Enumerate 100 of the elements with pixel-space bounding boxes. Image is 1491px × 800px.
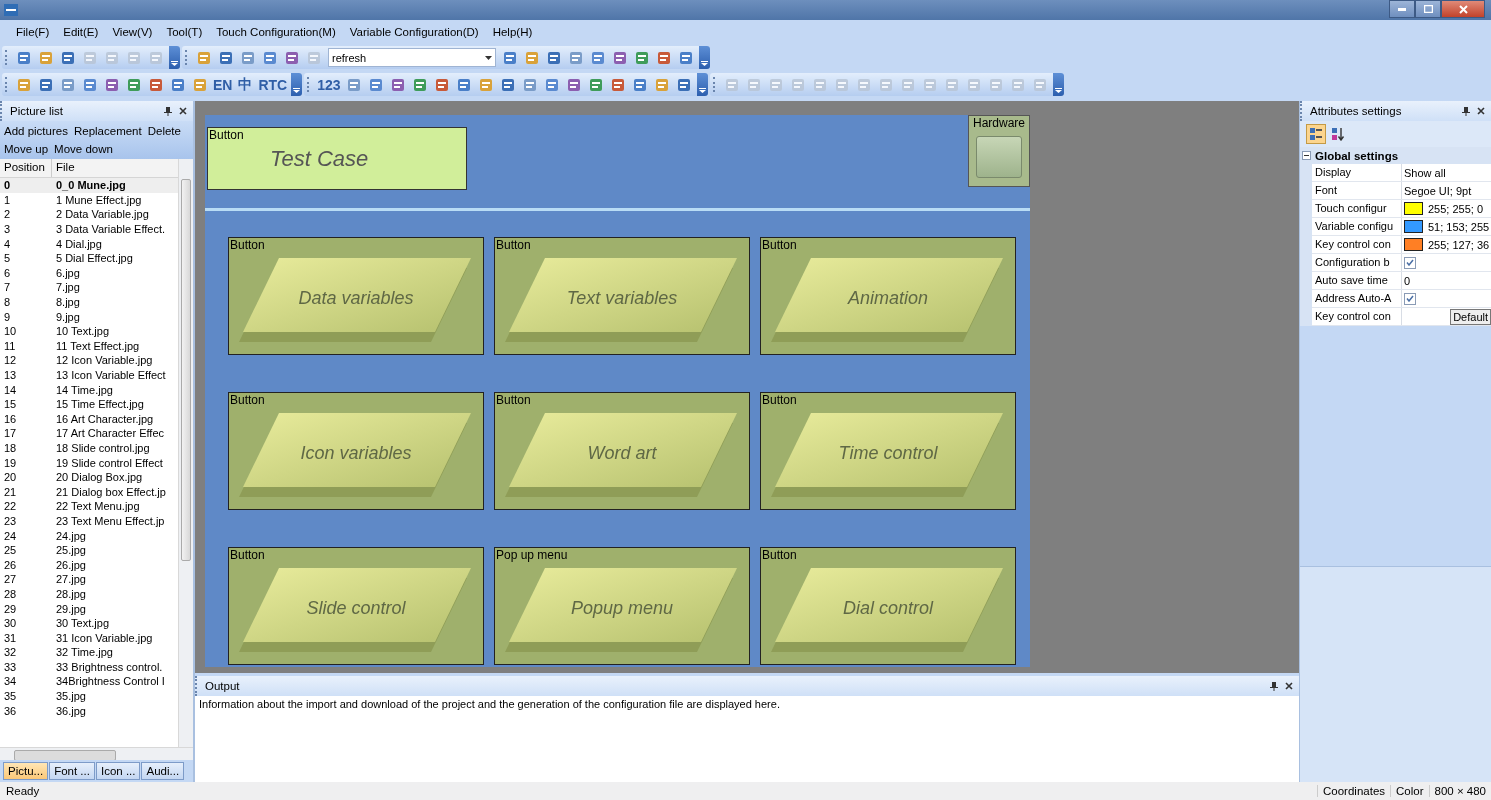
list-row[interactable]: 16 16 Art Character.jpg (0, 411, 178, 427)
grip-handle[interactable] (5, 77, 10, 92)
close-icon[interactable] (1477, 107, 1485, 115)
list-row[interactable]: 14 14 Time.jpg (0, 382, 178, 397)
color-swatch[interactable] (1404, 220, 1423, 233)
overflow-button[interactable] (169, 46, 180, 69)
list-row[interactable]: 35 35.jpg (0, 688, 178, 704)
list-row[interactable]: 28 28.jpg (0, 586, 178, 602)
list-row[interactable]: 10 10 Text.jpg (0, 323, 178, 339)
list-row[interactable]: 29 29.jpg (0, 601, 178, 616)
list-row[interactable]: 17 17 Art Character Effec (0, 426, 178, 441)
column-header[interactable]: Position (0, 159, 52, 177)
scroll-thumb[interactable] (181, 179, 191, 561)
list-row[interactable]: 20 20 Dialog Box.jpg (0, 469, 178, 485)
list-row[interactable]: 15 15 Time Effect.jpg (0, 396, 178, 412)
group-header[interactable]: Global settings (1302, 147, 1491, 164)
list-row[interactable]: 32 32 Time.jpg (0, 645, 178, 660)
menu-item[interactable]: Edit(E) (57, 24, 105, 40)
list-row[interactable]: 1 1 Mune Effect.jpg (0, 192, 178, 208)
list-row[interactable]: 31 31 Icon Variable.jpg (0, 630, 178, 645)
close-icon[interactable] (1285, 682, 1293, 690)
grip-handle[interactable] (185, 50, 190, 65)
list-row[interactable]: 3 3 Data Variable Effect. (0, 221, 178, 237)
list-row[interactable]: 34 34Brightness Control I (0, 674, 178, 689)
list-row[interactable]: 30 30 Text.jpg (0, 615, 178, 631)
maximize-button[interactable] (1415, 0, 1441, 18)
menu-item[interactable]: Help(H) (486, 24, 539, 40)
vertical-scrollbar[interactable] (178, 159, 193, 747)
panel-tab[interactable]: Icon ... (95, 762, 141, 780)
close-icon[interactable] (179, 107, 187, 115)
list-row[interactable]: 2 2 Data Variable.jpg (0, 207, 178, 222)
toolbar-button[interactable]: RTC (256, 74, 290, 95)
toolbar-button[interactable]: 中 (234, 74, 257, 95)
list-row[interactable]: 23 23 Text Menu Effect.jp (0, 513, 178, 529)
menu-item[interactable]: Variable Configuration(D) (343, 24, 485, 40)
menu-button-widget[interactable]: Button Time control (760, 392, 1016, 510)
property-value[interactable]: 255; 127; 36 (1428, 238, 1490, 251)
title-button[interactable]: Button Test Case (207, 127, 467, 190)
menu-button-widget[interactable]: Button Text variables (494, 237, 750, 355)
menu-button-widget[interactable]: Pop up menu Popup menu (494, 547, 750, 665)
checkbox[interactable] (1404, 292, 1416, 305)
categorized-button[interactable] (1306, 124, 1326, 144)
list-row[interactable]: 8 8.jpg (0, 294, 178, 310)
collapse-icon[interactable] (1302, 151, 1311, 160)
column-header[interactable]: File (52, 159, 79, 177)
list-row[interactable]: 25 25.jpg (0, 542, 178, 558)
list-row[interactable]: 9 9.jpg (0, 309, 178, 324)
menu-button-widget[interactable]: Button Animation (760, 237, 1016, 355)
menu-button-widget[interactable]: Button Word art (494, 392, 750, 510)
list-row[interactable]: 0 0_0 Mune.jpg (0, 178, 178, 193)
list-row[interactable]: 26 26.jpg (0, 557, 178, 573)
property-value[interactable]: 51; 153; 255 (1428, 220, 1490, 233)
list-row[interactable]: 5 5 Dial Effect.jpg (0, 250, 178, 266)
property-value[interactable]: Show all (1404, 166, 1446, 179)
property-value[interactable]: 255; 255; 0 (1428, 202, 1484, 215)
default-button[interactable]: Default (1450, 308, 1491, 325)
list-row[interactable]: 4 4 Dial.jpg (0, 236, 178, 251)
menu-item[interactable]: Touch Configuration(M) (210, 24, 342, 40)
list-row[interactable]: 27 27.jpg (0, 572, 178, 587)
menu-item[interactable]: Tool(T) (160, 24, 209, 40)
property-value[interactable]: Segoe UI; 9pt (1404, 184, 1472, 197)
refresh-combo[interactable]: refresh (328, 48, 496, 67)
toolbar-button[interactable]: 123 (315, 74, 343, 95)
list-row[interactable]: 7 7.jpg (0, 280, 178, 295)
property-value[interactable]: 0 (1404, 274, 1411, 287)
list-row[interactable]: 22 22 Text Menu.jpg (0, 499, 178, 514)
menu-button-widget[interactable]: Button Icon variables (228, 392, 484, 510)
hardware-button[interactable]: Hardware (968, 115, 1030, 187)
panel-tab[interactable]: Pictu... (3, 762, 49, 780)
action-link[interactable]: Move down (54, 141, 113, 157)
horizontal-scrollbar[interactable] (0, 747, 193, 760)
overflow-button[interactable] (1052, 73, 1064, 96)
list-row[interactable]: 12 12 Icon Variable.jpg (0, 353, 178, 368)
checkbox[interactable] (1404, 256, 1416, 269)
panel-tab[interactable]: Font ... (49, 762, 95, 780)
list-row[interactable]: 18 18 Slide control.jpg (0, 440, 178, 456)
minimize-button[interactable] (1389, 0, 1415, 18)
list-row[interactable]: 24 24.jpg (0, 528, 178, 543)
pin-icon[interactable] (1462, 106, 1470, 116)
scroll-thumb[interactable] (14, 750, 116, 761)
color-swatch[interactable] (1404, 238, 1423, 251)
list-row[interactable]: 6 6.jpg (0, 265, 178, 281)
action-link[interactable]: Delete (147, 123, 181, 139)
color-swatch[interactable] (1404, 202, 1423, 215)
list-row[interactable]: 33 33 Brightness control. (0, 659, 178, 675)
pin-icon[interactable] (164, 106, 172, 116)
list-row[interactable]: 11 11 Text Effect.jpg (0, 338, 178, 354)
action-link[interactable]: Add pictures (4, 123, 68, 139)
pin-icon[interactable] (1270, 681, 1278, 691)
list-row[interactable]: 19 19 Slide control Effect (0, 455, 178, 470)
list-row[interactable]: 21 21 Dialog box Effect.jp (0, 484, 178, 500)
list-row[interactable]: 13 13 Icon Variable Effect (0, 367, 178, 383)
grip-handle[interactable] (712, 77, 718, 92)
menu-button-widget[interactable]: Button Dial control (760, 547, 1016, 665)
toolbar-button[interactable]: EN (211, 74, 235, 95)
overflow-button[interactable] (699, 46, 710, 69)
action-link[interactable]: Move up (4, 141, 49, 157)
panel-tab[interactable]: Audi... (141, 762, 185, 780)
menu-button-widget[interactable]: Button Data variables (228, 237, 484, 355)
action-link[interactable]: Replacement (73, 123, 142, 139)
